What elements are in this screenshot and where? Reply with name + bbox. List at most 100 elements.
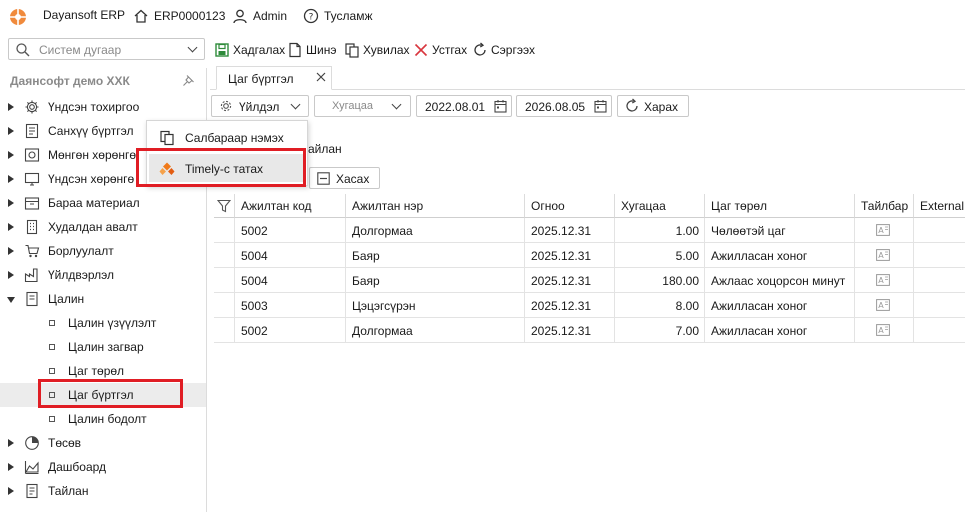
table-row[interactable]: 5004 Баяр 2025.12.31 180.00 Ажлаас хоцорсон … — [214, 268, 965, 293]
cell-description[interactable]: A — [855, 318, 914, 343]
row-selector-cell[interactable] — [214, 268, 235, 293]
column-header-time-type[interactable]: Цаг төрөл — [705, 194, 855, 218]
sidebar-item-payroll-templates[interactable]: Цалин загвар — [0, 335, 206, 359]
cell-employee-code[interactable]: 5002 — [235, 318, 346, 343]
pin-icon[interactable] — [182, 74, 195, 87]
column-header-duration[interactable]: Хугацаа — [615, 194, 705, 218]
cell-date[interactable]: 2025.12.31 — [525, 243, 615, 268]
cell-external[interactable] — [914, 268, 965, 293]
cell-external[interactable] — [914, 243, 965, 268]
action-dropdown[interactable]: Үйлдэл — [211, 95, 309, 117]
row-selector-cell[interactable] — [214, 243, 235, 268]
copy-button[interactable]: Хувилах — [344, 40, 410, 60]
new-button[interactable]: Шинэ — [287, 40, 336, 60]
cell-date[interactable]: 2025.12.31 — [525, 218, 615, 243]
sidebar-item-purchasing[interactable]: Худалдан авалт — [0, 215, 206, 239]
row-selector-cell[interactable] — [214, 293, 235, 318]
filter-column-header[interactable] — [214, 194, 235, 218]
row-selector-cell[interactable] — [214, 218, 235, 243]
cell-employee-code[interactable]: 5002 — [235, 218, 346, 243]
delete-button[interactable]: Устгах — [413, 40, 467, 60]
sidebar-item-payroll[interactable]: Цалин — [0, 287, 206, 311]
column-header-employee-name[interactable]: Ажилтан нэр — [346, 194, 525, 218]
sidebar-item-reports[interactable]: Тайлан — [0, 479, 206, 503]
cell-date[interactable]: 2025.12.31 — [525, 268, 615, 293]
cell-duration[interactable]: 8.00 — [615, 293, 705, 318]
cell-employee-name[interactable]: Баяр — [346, 268, 525, 293]
cell-employee-code[interactable]: 5003 — [235, 293, 346, 318]
sidebar-item-production[interactable]: Үйлдвэрлэл — [0, 263, 206, 287]
expand-arrow-icon — [8, 487, 14, 495]
refresh-button[interactable]: Сэргээх — [472, 40, 535, 60]
cell-description[interactable]: A — [855, 243, 914, 268]
cell-employee-name[interactable]: Долгормаа — [346, 218, 525, 243]
cell-duration[interactable]: 180.00 — [615, 268, 705, 293]
date-from-field[interactable]: 2022.08.01 — [416, 95, 512, 117]
table-row[interactable]: 5003 Цэцэгсүрэн 2025.12.31 8.00 Ажилласан хо… — [214, 293, 965, 318]
cell-time-type[interactable]: Ажлаас хоцорсон минут — [705, 268, 855, 293]
cell-description[interactable]: A — [855, 268, 914, 293]
filter-icon[interactable] — [217, 199, 231, 213]
sidebar-item-payroll-indicators[interactable]: Цалин үзүүлэлт — [0, 311, 206, 335]
view-button[interactable]: Харах — [617, 95, 689, 117]
column-header-date[interactable]: Огноо — [525, 194, 615, 218]
memo-icon[interactable]: A — [876, 299, 890, 311]
table-row[interactable]: 5002 Долгормаа 2025.12.31 1.00 Чөлөөтэй цаг A — [214, 218, 965, 243]
sidebar-item-budget[interactable]: Төсөв — [0, 431, 206, 455]
cell-time-type[interactable]: Чөлөөтэй цаг — [705, 218, 855, 243]
cell-employee-code[interactable]: 5004 — [235, 243, 346, 268]
row-selector-cell[interactable] — [214, 318, 235, 343]
column-header-description[interactable]: Тайлбар — [855, 194, 914, 218]
menu-item-add-by-branch[interactable]: Салбараар нэмэх — [149, 123, 305, 151]
calendar-icon[interactable] — [594, 99, 607, 113]
sidebar-item-payroll-calculation[interactable]: Цалин бодолт — [0, 407, 206, 431]
help-link[interactable]: ? Тусламж — [303, 8, 372, 24]
time-registration-grid: Ажилтан код Ажилтан нэр Огноо Хугацаа Ца… — [214, 194, 965, 344]
cell-employee-name[interactable]: Долгормаа — [346, 318, 525, 343]
cell-external[interactable] — [914, 293, 965, 318]
cell-duration[interactable]: 1.00 — [615, 218, 705, 243]
table-row[interactable]: 5004 Баяр 2025.12.31 5.00 Ажилласан хоног A — [214, 243, 965, 268]
expand-arrow-icon — [8, 127, 14, 135]
home-icon — [134, 9, 148, 23]
remove-button[interactable]: Хасах — [309, 167, 380, 189]
close-icon[interactable] — [315, 71, 327, 83]
sidebar-item-sales[interactable]: Борлуулалт — [0, 239, 206, 263]
column-header-external[interactable]: External — [914, 194, 965, 218]
cell-description[interactable]: A — [855, 218, 914, 243]
sidebar-item-time-registration[interactable]: Цаг бүртгэл — [0, 383, 206, 407]
period-dropdown[interactable]: Хугацаа — [314, 95, 411, 117]
sidebar-item-main-settings[interactable]: Үндсэн тохиргоо — [0, 95, 206, 119]
cell-description[interactable]: A — [855, 293, 914, 318]
memo-icon[interactable]: A — [876, 249, 890, 261]
calendar-icon[interactable] — [494, 99, 507, 113]
memo-icon[interactable]: A — [876, 274, 890, 286]
cell-external[interactable] — [914, 218, 965, 243]
memo-icon[interactable]: A — [876, 224, 890, 236]
sidebar-item-dashboard[interactable]: Дашбоард — [0, 455, 206, 479]
date-to-field[interactable]: 2026.08.05 — [516, 95, 612, 117]
home-link[interactable]: ERP0000123 — [133, 8, 225, 24]
cart-icon — [25, 244, 40, 258]
sidebar-item-inventory[interactable]: Бараа материал — [0, 191, 206, 215]
save-button[interactable]: Хадгалах — [214, 40, 285, 60]
cell-employee-name[interactable]: Цэцэгсүрэн — [346, 293, 525, 318]
sidebar-item-time-types[interactable]: Цаг төрөл — [0, 359, 206, 383]
user-menu[interactable]: Admin — [232, 8, 287, 24]
chevron-down-icon — [391, 99, 402, 110]
cell-time-type[interactable]: Ажилласан хоног — [705, 293, 855, 318]
table-row[interactable]: 5002 Долгормаа 2025.12.31 7.00 Ажилласан хон… — [214, 318, 965, 343]
column-header-employee-code[interactable]: Ажилтан код — [235, 194, 346, 218]
cell-external[interactable] — [914, 318, 965, 343]
cell-time-type[interactable]: Ажилласан хоног — [705, 318, 855, 343]
cell-date[interactable]: 2025.12.31 — [525, 293, 615, 318]
cell-employee-name[interactable]: Баяр — [346, 243, 525, 268]
cell-duration[interactable]: 7.00 — [615, 318, 705, 343]
cell-time-type[interactable]: Ажилласан хоног — [705, 243, 855, 268]
memo-icon[interactable]: A — [876, 324, 890, 336]
tab-time-registration[interactable]: Цаг бүртгэл — [216, 66, 332, 90]
cell-duration[interactable]: 5.00 — [615, 243, 705, 268]
menu-item-import-timely[interactable]: Timely-с татах — [149, 154, 305, 182]
cell-employee-code[interactable]: 5004 — [235, 268, 346, 293]
cell-date[interactable]: 2025.12.31 — [525, 318, 615, 343]
